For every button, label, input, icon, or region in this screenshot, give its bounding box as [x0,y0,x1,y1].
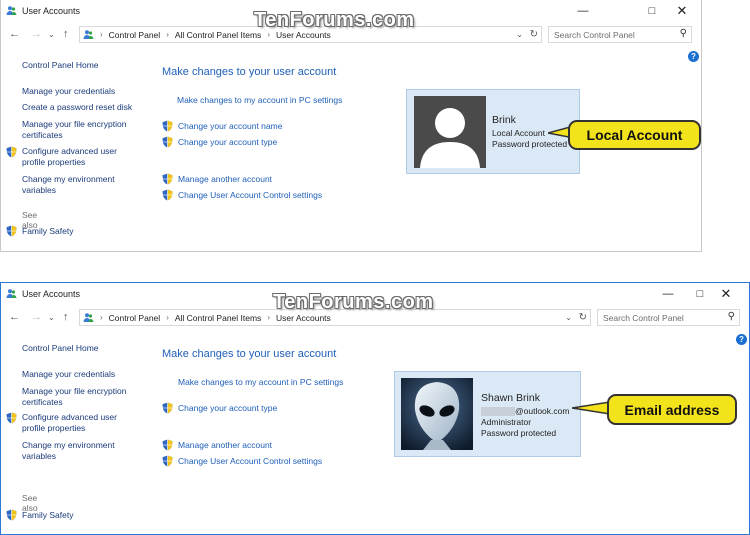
callout-local-account: Local Account [568,120,701,150]
change-account-name-label: Change your account name [178,121,283,131]
back-arrow-icon[interactable]: ← [9,311,20,323]
breadcrumb-separator-icon: › [100,313,103,322]
search-icon[interactable]: ⚲ [728,311,735,322]
recent-chevron-icon[interactable]: ⌄ [48,30,55,39]
manage-credentials-link[interactable]: Manage your credentials [22,86,115,97]
file-encryption-link[interactable]: Manage your file encryption certificates [22,119,142,141]
uac-settings-link[interactable]: Change User Account Control settings [162,190,322,200]
breadcrumb-separator-icon: › [166,30,169,39]
file-encryption-link[interactable]: Manage your file encryption certificates [22,386,142,408]
breadcrumb-separator-icon: › [166,313,169,322]
shield-icon [162,173,173,185]
account-name: Brink [492,114,516,126]
window-title: User Accounts [22,6,81,16]
create-reset-disk-link[interactable]: Create a password reset disk [22,102,132,113]
account-status: Password protected [492,139,568,149]
alien-avatar [401,378,473,450]
breadcrumb-separator-icon: › [100,30,103,39]
window-title: User Accounts [22,289,81,299]
default-user-avatar [414,96,486,168]
account-email-domain: @outlook.com [515,406,570,416]
breadcrumb-control-panel[interactable]: Control Panel [109,30,161,40]
search-placeholder: Search Control Panel [554,30,635,40]
callout-pointer-icon [572,401,610,415]
forward-arrow-icon[interactable]: → [31,311,42,323]
page-title: Make changes to your user account [162,348,337,360]
manage-another-account-link[interactable]: Manage another account [162,440,272,450]
manage-another-account-label: Manage another account [178,174,273,184]
breadcrumb-control-panel[interactable]: Control Panel [109,313,161,323]
environment-variables-link[interactable]: Change my environment variables [22,174,127,196]
up-arrow-icon[interactable]: ↑ [63,28,69,40]
refresh-icon[interactable]: ↻ [530,29,538,40]
minimize-button[interactable]: — [560,0,606,22]
shield-icon [6,225,17,237]
environment-variables-link[interactable]: Change my environment variables [22,440,127,462]
refresh-icon[interactable]: ↻ [579,312,587,323]
close-button[interactable]: ✕ [659,0,705,22]
family-safety-link[interactable]: Family Safety [22,226,74,237]
address-dropdown-icon[interactable]: ⌄ [565,313,572,322]
recent-chevron-icon[interactable]: ⌄ [48,313,55,322]
back-arrow-icon[interactable]: ← [9,28,20,40]
watermark-top: TenForums.com [254,9,415,31]
account-type: Local Account [492,128,545,138]
shield-icon [162,439,173,451]
callout-email-address: Email address [607,394,737,425]
account-name: Shawn Brink [481,392,540,404]
advanced-profile-link[interactable]: Configure advanced user profile properti… [22,412,132,434]
account-card: Shawn Brink @outlook.com Administrator P… [394,371,581,457]
advanced-profile-link[interactable]: Configure advanced user profile properti… [22,146,132,168]
breadcrumb-all-items[interactable]: All Control Panel Items [175,313,261,323]
control-panel-home-link[interactable]: Control Panel Home [22,60,99,71]
user-accounts-icon [6,288,17,299]
shield-icon [162,189,173,201]
page-title: Make changes to your user account [162,66,337,78]
breadcrumb-all-items[interactable]: All Control Panel Items [175,30,261,40]
pc-settings-link[interactable]: Make changes to my account in PC setting… [177,95,342,105]
shield-icon [162,402,173,414]
control-panel-home-link[interactable]: Control Panel Home [22,343,99,354]
uac-settings-label: Change User Account Control settings [178,190,323,200]
watermark-bottom: TenForums.com [273,291,434,313]
address-dropdown-icon[interactable]: ⌄ [516,30,523,39]
breadcrumb-separator-icon: › [267,313,270,322]
shield-icon [162,136,173,148]
family-safety-link[interactable]: Family Safety [22,510,74,521]
close-button[interactable]: ✕ [703,283,749,305]
breadcrumb-user-accounts[interactable]: User Accounts [276,313,331,323]
change-account-type-label: Change your account type [178,403,278,413]
shield-icon [162,120,173,132]
manage-credentials-link[interactable]: Manage your credentials [22,369,115,380]
uac-settings-link[interactable]: Change User Account Control settings [162,456,322,466]
control-panel-icon [83,312,94,323]
uac-settings-label: Change User Account Control settings [178,456,323,466]
forward-arrow-icon[interactable]: → [31,28,42,40]
change-account-name-link[interactable]: Change your account name [162,121,282,131]
search-placeholder: Search Control Panel [603,313,684,323]
redacted-email-prefix [481,407,515,416]
manage-another-account-link[interactable]: Manage another account [162,174,272,184]
shield-icon [6,146,17,158]
up-arrow-icon[interactable]: ↑ [63,311,69,323]
help-icon[interactable]: ? [736,334,747,345]
change-account-type-label: Change your account type [178,137,278,147]
account-role: Administrator [481,417,532,427]
search-icon[interactable]: ⚲ [680,28,687,39]
search-input[interactable]: Search Control Panel ⚲ [597,309,740,326]
manage-another-account-label: Manage another account [178,440,273,450]
help-icon[interactable]: ? [688,51,699,62]
shield-icon [162,455,173,467]
change-account-type-link[interactable]: Change your account type [162,403,277,413]
pc-settings-link[interactable]: Make changes to my account in PC setting… [178,377,343,387]
shield-icon [6,509,17,521]
account-status: Password protected [481,428,557,438]
shield-icon [6,412,17,424]
search-input[interactable]: Search Control Panel ⚲ [548,26,692,43]
control-panel-icon [83,29,94,40]
change-account-type-link[interactable]: Change your account type [162,137,277,147]
user-accounts-icon [6,5,17,16]
